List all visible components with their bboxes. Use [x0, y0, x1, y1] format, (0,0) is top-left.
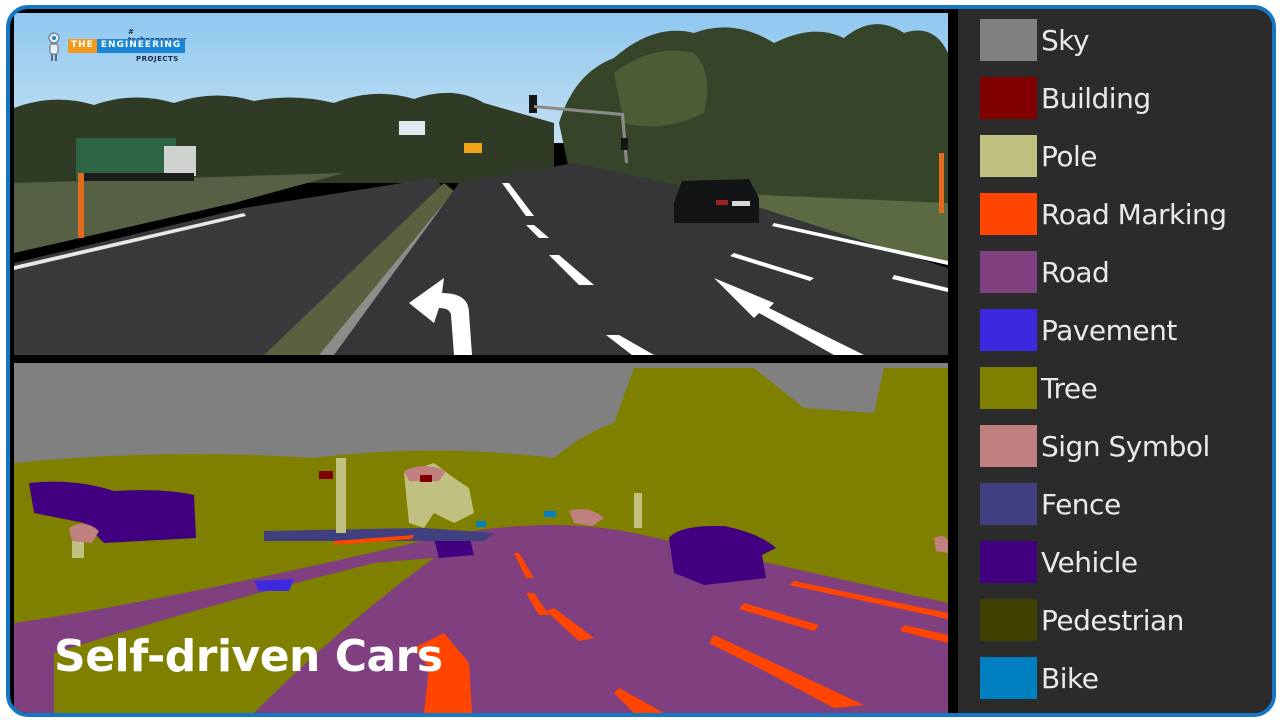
- logo-projects: PROJECTS: [136, 55, 179, 63]
- legend-item-fence: Fence: [980, 483, 1121, 525]
- seg-pole: [634, 493, 642, 528]
- legend-label: Bike: [1041, 661, 1099, 695]
- legend-item-vehicle: Vehicle: [980, 541, 1138, 583]
- legend-item-sign-symbol: Sign Symbol: [980, 425, 1210, 467]
- legend-swatch: [980, 193, 1037, 235]
- legend-item-bike: Bike: [980, 657, 1099, 699]
- car-tail-light: [716, 200, 728, 205]
- logo-the: THE: [68, 39, 97, 53]
- legend-swatch: [980, 657, 1037, 699]
- legend-item-tree: Tree: [980, 367, 1098, 409]
- legend-swatch: [980, 77, 1037, 119]
- legend-swatch: [980, 251, 1037, 293]
- seg-bike: [544, 511, 556, 517]
- traffic-light: [529, 95, 537, 113]
- legend-swatch: [980, 367, 1037, 409]
- seg-sign-symbol: [934, 536, 948, 553]
- legend-label: Building: [1041, 81, 1151, 115]
- truck-cab: [164, 146, 196, 176]
- orange-marker-post: [78, 173, 84, 238]
- legend-item-pole: Pole: [980, 135, 1098, 177]
- logo-wordmark: THE ENGINEERING: [68, 39, 186, 53]
- building: [399, 121, 425, 135]
- seg-bike: [476, 521, 486, 527]
- caption-title: Self-driven Cars: [54, 631, 443, 682]
- legend-label: Pavement: [1041, 313, 1177, 347]
- seg-pole: [336, 458, 346, 533]
- logo-engineering: ENGINEERING: [96, 39, 186, 53]
- legend-label: Pole: [1041, 139, 1098, 173]
- legend-swatch: [980, 599, 1037, 641]
- video-frame: Sky Building Pole Road Marking Road Pave…: [6, 5, 1276, 717]
- seg-pavement-patch: [254, 579, 294, 591]
- seg-building: [420, 475, 432, 482]
- legend-item-pavement: Pavement: [980, 309, 1177, 351]
- legend-label: Fence: [1041, 487, 1121, 521]
- legend-label: Road Marking: [1041, 197, 1227, 231]
- car-plate: [732, 201, 750, 206]
- sign: [464, 143, 482, 153]
- legend-swatch: [980, 483, 1037, 525]
- legend-label: Pedestrian: [1041, 603, 1184, 637]
- legend-label: Road: [1041, 255, 1110, 289]
- legend-item-building: Building: [980, 77, 1151, 119]
- legend-swatch: [980, 19, 1037, 61]
- logo: # technopreneur THE ENGINEERING PROJECTS: [40, 27, 190, 67]
- legend-item-road: Road: [980, 251, 1110, 293]
- legend-label: Vehicle: [1041, 545, 1138, 579]
- legend-swatch: [980, 135, 1037, 177]
- robot-icon: [48, 32, 60, 61]
- legend-panel: Sky Building Pole Road Marking Road Pave…: [958, 9, 1272, 713]
- truck-wheels: [84, 173, 194, 181]
- legend-swatch: [980, 425, 1037, 467]
- seg-building: [319, 471, 333, 479]
- legend-item-sky: Sky: [980, 19, 1090, 61]
- legend-swatch: [980, 541, 1037, 583]
- legend-label: Sign Symbol: [1041, 429, 1210, 463]
- legend-label: Tree: [1041, 371, 1098, 405]
- orange-marker-post: [939, 153, 944, 213]
- legend-item-road-marking: Road Marking: [980, 193, 1227, 235]
- traffic-light: [621, 138, 628, 150]
- legend-swatch: [980, 309, 1037, 351]
- legend-label: Sky: [1041, 23, 1090, 57]
- legend-item-pedestrian: Pedestrian: [980, 599, 1184, 641]
